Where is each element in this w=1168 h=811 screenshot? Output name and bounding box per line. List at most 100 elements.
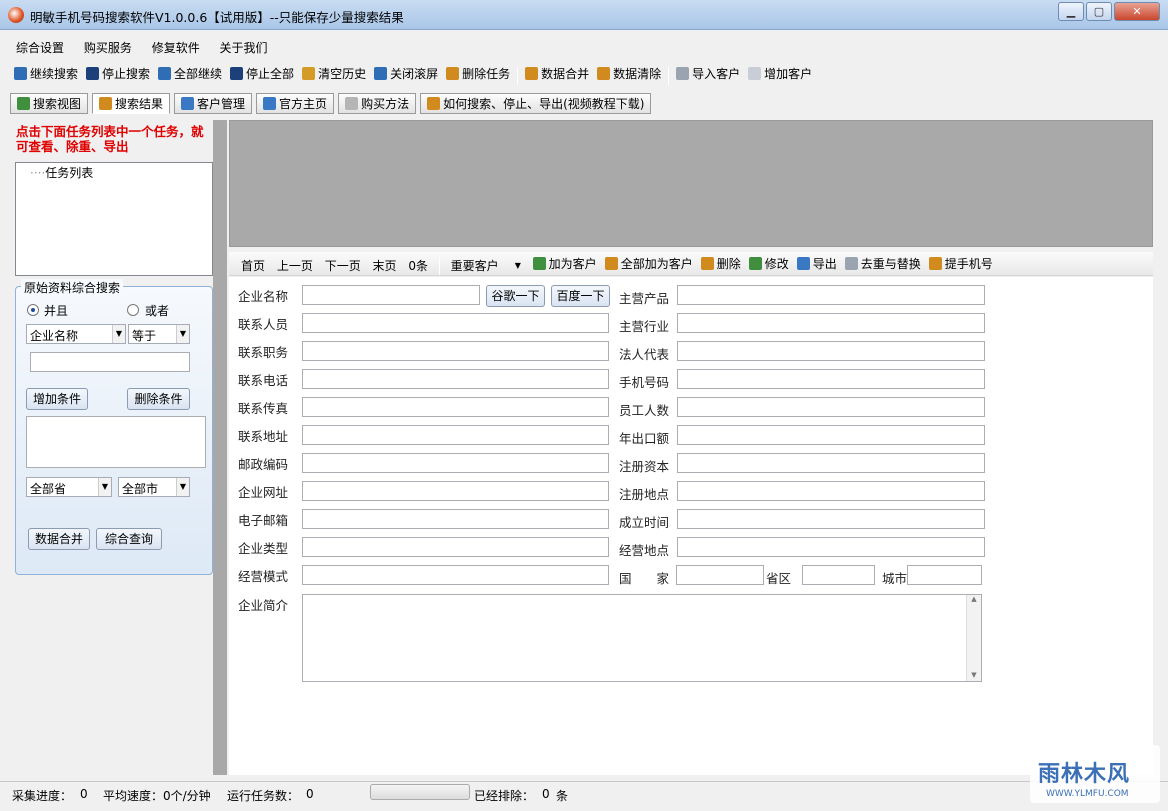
grid-action-2[interactable]: 删除 xyxy=(697,252,745,274)
menu-buy-service[interactable]: 购买服务 xyxy=(76,36,140,59)
tab-label: 官方主页 xyxy=(279,97,328,111)
panel-splitter[interactable] xyxy=(213,120,227,775)
first-page-button[interactable]: 首页 xyxy=(237,254,269,276)
merge-data-button[interactable]: 数据合并 xyxy=(28,528,90,550)
form-label-reg_place: 注册地点 xyxy=(619,487,670,502)
delete-task-icon xyxy=(446,66,460,80)
form-label-email: 电子邮箱 xyxy=(238,513,289,528)
form-label-capital: 注册资本 xyxy=(619,459,670,474)
tab-1[interactable]: 搜索结果 xyxy=(92,93,171,114)
form-field-product[interactable] xyxy=(677,285,985,305)
close-button[interactable]: ✕ xyxy=(1114,2,1160,21)
toolbar-button-label: 关闭滚屏 xyxy=(390,66,439,81)
results-grid[interactable] xyxy=(229,120,1153,247)
radio-and[interactable] xyxy=(27,304,39,316)
company-intro-textarea[interactable]: ▲ ▼ xyxy=(302,594,982,682)
prev-page-button[interactable]: 上一页 xyxy=(273,254,317,276)
toolbar-button-10[interactable]: 增加客户 xyxy=(744,62,816,84)
menu-about[interactable]: 关于我们 xyxy=(212,36,276,59)
tab-5[interactable]: 如何搜索、停止、导出(视频教程下载) xyxy=(420,93,652,114)
condition-value-input[interactable] xyxy=(30,352,190,372)
toolbar-button-8[interactable]: 数据清除 xyxy=(593,62,665,84)
tasks-value: 0 xyxy=(306,787,314,801)
toolbar-button-6[interactable]: 删除任务 xyxy=(442,62,514,84)
maximize-button[interactable]: ▢ xyxy=(1086,2,1112,21)
radio-or[interactable] xyxy=(127,304,139,316)
google-search-button[interactable]: 谷歌一下 xyxy=(486,285,545,307)
form-field-address[interactable] xyxy=(302,425,609,445)
folder-icon xyxy=(181,97,195,110)
form-field-capital[interactable] xyxy=(677,453,985,473)
progress-bar xyxy=(370,784,470,800)
grid-action-5[interactable]: 去重与替换 xyxy=(841,252,925,274)
clear-history-icon xyxy=(302,66,316,80)
baidu-search-button[interactable]: 百度一下 xyxy=(551,285,610,307)
form-field-mode[interactable] xyxy=(302,565,609,585)
form-field-type[interactable] xyxy=(302,537,609,557)
toolbar-button-2[interactable]: 全部继续 xyxy=(154,62,226,84)
pencil-icon xyxy=(345,97,359,110)
delete-condition-button[interactable]: 删除条件 xyxy=(127,388,190,410)
toolbar-button-4[interactable]: 清空历史 xyxy=(298,62,370,84)
add-customer-icon xyxy=(748,66,762,80)
combined-query-button[interactable]: 综合查询 xyxy=(96,528,162,550)
menu-repair[interactable]: 修复软件 xyxy=(144,36,208,59)
form-field-legal[interactable] xyxy=(677,341,985,361)
toolbar-button-7[interactable]: 数据合并 xyxy=(521,62,593,84)
tab-label: 如何搜索、停止、导出(视频教程下载) xyxy=(443,97,645,111)
minimize-button[interactable]: ▁ xyxy=(1058,2,1084,21)
grid-action-4[interactable]: 导出 xyxy=(793,252,841,274)
form-field-country[interactable] xyxy=(676,565,764,585)
watermark-url: WWW.YLMFU.COM xyxy=(1046,789,1129,799)
textarea-scrollbar[interactable]: ▲ ▼ xyxy=(966,595,981,681)
operator-select[interactable]: 等于 ▼ xyxy=(128,324,190,344)
toolbar-button-5[interactable]: 关闭滚屏 xyxy=(370,62,442,84)
city-select[interactable]: 全部市 ▼ xyxy=(118,477,190,497)
form-field-email[interactable] xyxy=(302,509,609,529)
add-condition-button[interactable]: 增加条件 xyxy=(26,388,88,410)
toolbar-button-3[interactable]: 停止全部 xyxy=(226,62,298,84)
toolbar-button-0[interactable]: 继续搜索 xyxy=(10,62,82,84)
form-field-postcode[interactable] xyxy=(302,453,609,473)
form-field-fax[interactable] xyxy=(302,397,609,417)
grid-toolbar: 首页 上一页 下一页 末页 0条 重要客户 ▼ 加为客户 全部加为客户 删除 修改 导出 去… xyxy=(229,252,1153,276)
grid-action-1[interactable]: 全部加为客户 xyxy=(601,252,697,274)
form-field-biz_place[interactable] xyxy=(677,537,985,557)
tab-label: 搜索视图 xyxy=(33,97,82,111)
form-field-export[interactable] xyxy=(677,425,985,445)
province-select[interactable]: 全部省 ▼ xyxy=(26,477,112,497)
important-customer-dropdown[interactable]: 重要客户 ▼ xyxy=(447,254,525,276)
conditions-list[interactable] xyxy=(26,416,206,468)
tab-0[interactable]: 搜索视图 xyxy=(10,93,89,114)
tab-4[interactable]: 购买方法 xyxy=(338,93,417,114)
form-field-city[interactable] xyxy=(907,565,982,585)
scroll-up-icon[interactable]: ▲ xyxy=(967,595,981,603)
menu-settings[interactable]: 综合设置 xyxy=(8,36,72,59)
grid-action-3[interactable]: 修改 xyxy=(745,252,793,274)
form-field-phone[interactable] xyxy=(302,369,609,389)
form-field-staff[interactable] xyxy=(677,397,985,417)
tab-3[interactable]: 官方主页 xyxy=(256,93,335,114)
form-field-company_name[interactable] xyxy=(302,285,480,305)
form-field-industry[interactable] xyxy=(677,313,985,333)
tab-2[interactable]: 客户管理 xyxy=(174,93,253,114)
toolbar-button-1[interactable]: 停止搜索 xyxy=(82,62,154,84)
edit-icon xyxy=(748,256,762,270)
form-label-province: 省区 xyxy=(766,571,792,586)
next-page-button[interactable]: 下一页 xyxy=(321,254,365,276)
form-field-position[interactable] xyxy=(302,341,609,361)
form-field-contact[interactable] xyxy=(302,313,609,333)
delete-icon xyxy=(700,256,714,270)
form-field-reg_place[interactable] xyxy=(677,481,985,501)
toolbar-button-9[interactable]: 导入客户 xyxy=(672,62,744,84)
form-field-mobile[interactable] xyxy=(677,369,985,389)
last-page-button[interactable]: 末页 xyxy=(369,254,401,276)
grid-action-0[interactable]: 加为客户 xyxy=(529,252,601,274)
scroll-down-icon[interactable]: ▼ xyxy=(967,671,981,679)
form-field-founded[interactable] xyxy=(677,509,985,529)
grid-action-6[interactable]: 提手机号 xyxy=(925,252,997,274)
tree-root-item[interactable]: ····任务列表 xyxy=(30,164,93,181)
field-select[interactable]: 企业名称 ▼ xyxy=(26,324,126,344)
form-field-province[interactable] xyxy=(802,565,875,585)
form-field-website[interactable] xyxy=(302,481,609,501)
